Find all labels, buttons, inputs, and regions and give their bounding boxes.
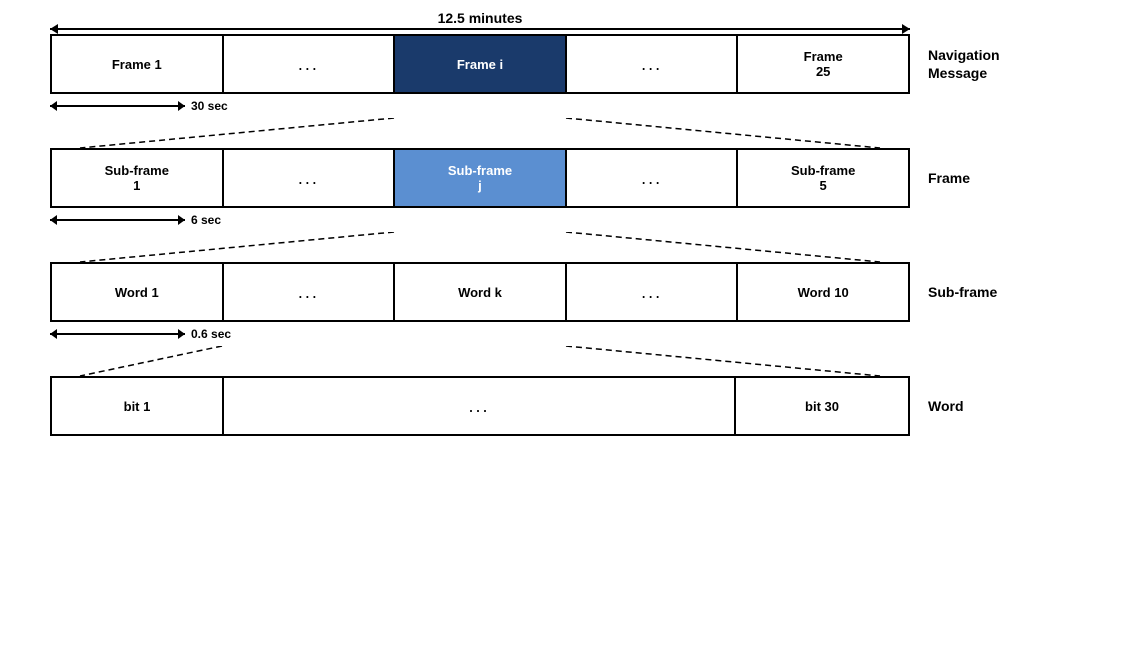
- connector-1-2: [50, 118, 910, 148]
- frame-label: Frame: [928, 169, 1038, 187]
- subframe1-cell: Sub-frame 1: [52, 150, 224, 206]
- nav-dots1-cell: ...: [224, 36, 396, 92]
- nav-dur-line: [50, 105, 185, 107]
- nav-frame1-cell: Frame 1: [52, 36, 224, 92]
- frame-dots2-cell: ...: [567, 150, 739, 206]
- subframej-cell: Sub-frame j: [395, 150, 567, 206]
- subframe-duration-arrow: 0.6 sec: [50, 327, 231, 341]
- subframe-duration-row: 0.6 sec: [50, 324, 1112, 344]
- nav-framei-cell: Frame i: [395, 36, 567, 92]
- nav-dots2-cell: ...: [567, 36, 739, 92]
- frame-bar: Sub-frame 1 ... Sub-frame j ... Sub-fram…: [50, 148, 910, 208]
- dashes-1-2: [50, 118, 910, 148]
- subframe-dur-label: 0.6 sec: [191, 327, 231, 341]
- frame-dots1-cell: ...: [224, 150, 396, 206]
- word-bar: bit 1 ... bit 30: [50, 376, 910, 436]
- diagram: 12.5 minutes Frame 1 ... Frame i ... Fra…: [0, 0, 1132, 665]
- top-arrow-container: 12.5 minutes: [50, 10, 910, 30]
- subframe-dots1-cell: ...: [224, 264, 396, 320]
- wordk-cell: Word k: [395, 264, 567, 320]
- top-double-arrow: [50, 28, 910, 30]
- connector-2-3: [50, 232, 910, 262]
- nav-message-row: Frame 1 ... Frame i ... Frame 25 Navigat…: [20, 34, 1112, 94]
- nav-frame25-cell: Frame 25: [738, 36, 908, 92]
- dashes-3-4: [50, 346, 910, 376]
- subframe-row: Word 1 ... Word k ... Word 10 Sub-frame: [20, 262, 1112, 322]
- connector-3-4: [50, 346, 910, 376]
- word-label: Word: [928, 397, 1038, 415]
- nav-message-label: Navigation Message: [928, 46, 1038, 82]
- subframe-label: Sub-frame: [928, 283, 1038, 301]
- word10-cell: Word 10: [738, 264, 908, 320]
- frame-duration-arrow: 6 sec: [50, 213, 221, 227]
- nav-duration-arrow: 30 sec: [50, 99, 228, 113]
- top-duration-label: 12.5 minutes: [438, 10, 523, 26]
- nav-duration-row: 30 sec: [50, 96, 1112, 116]
- subframe5-cell: Sub-frame 5: [738, 150, 908, 206]
- frame-dur-line: [50, 219, 185, 221]
- subframe-dots2-cell: ...: [567, 264, 739, 320]
- dashes-2-3: [50, 232, 910, 262]
- word-row: bit 1 ... bit 30 Word: [20, 376, 1112, 436]
- nav-message-bar: Frame 1 ... Frame i ... Frame 25: [50, 34, 910, 94]
- frame-row: Sub-frame 1 ... Sub-frame j ... Sub-fram…: [20, 148, 1112, 208]
- frame-dur-label: 6 sec: [191, 213, 221, 227]
- bit30-cell: bit 30: [736, 378, 908, 434]
- word-dots-cell: ...: [224, 378, 736, 434]
- word1-cell: Word 1: [52, 264, 224, 320]
- subframe-dur-line: [50, 333, 185, 335]
- nav-dur-label: 30 sec: [191, 99, 228, 113]
- top-arrow-line: [50, 28, 910, 30]
- frame-duration-row: 6 sec: [50, 210, 1112, 230]
- bit1-cell: bit 1: [52, 378, 224, 434]
- subframe-bar: Word 1 ... Word k ... Word 10: [50, 262, 910, 322]
